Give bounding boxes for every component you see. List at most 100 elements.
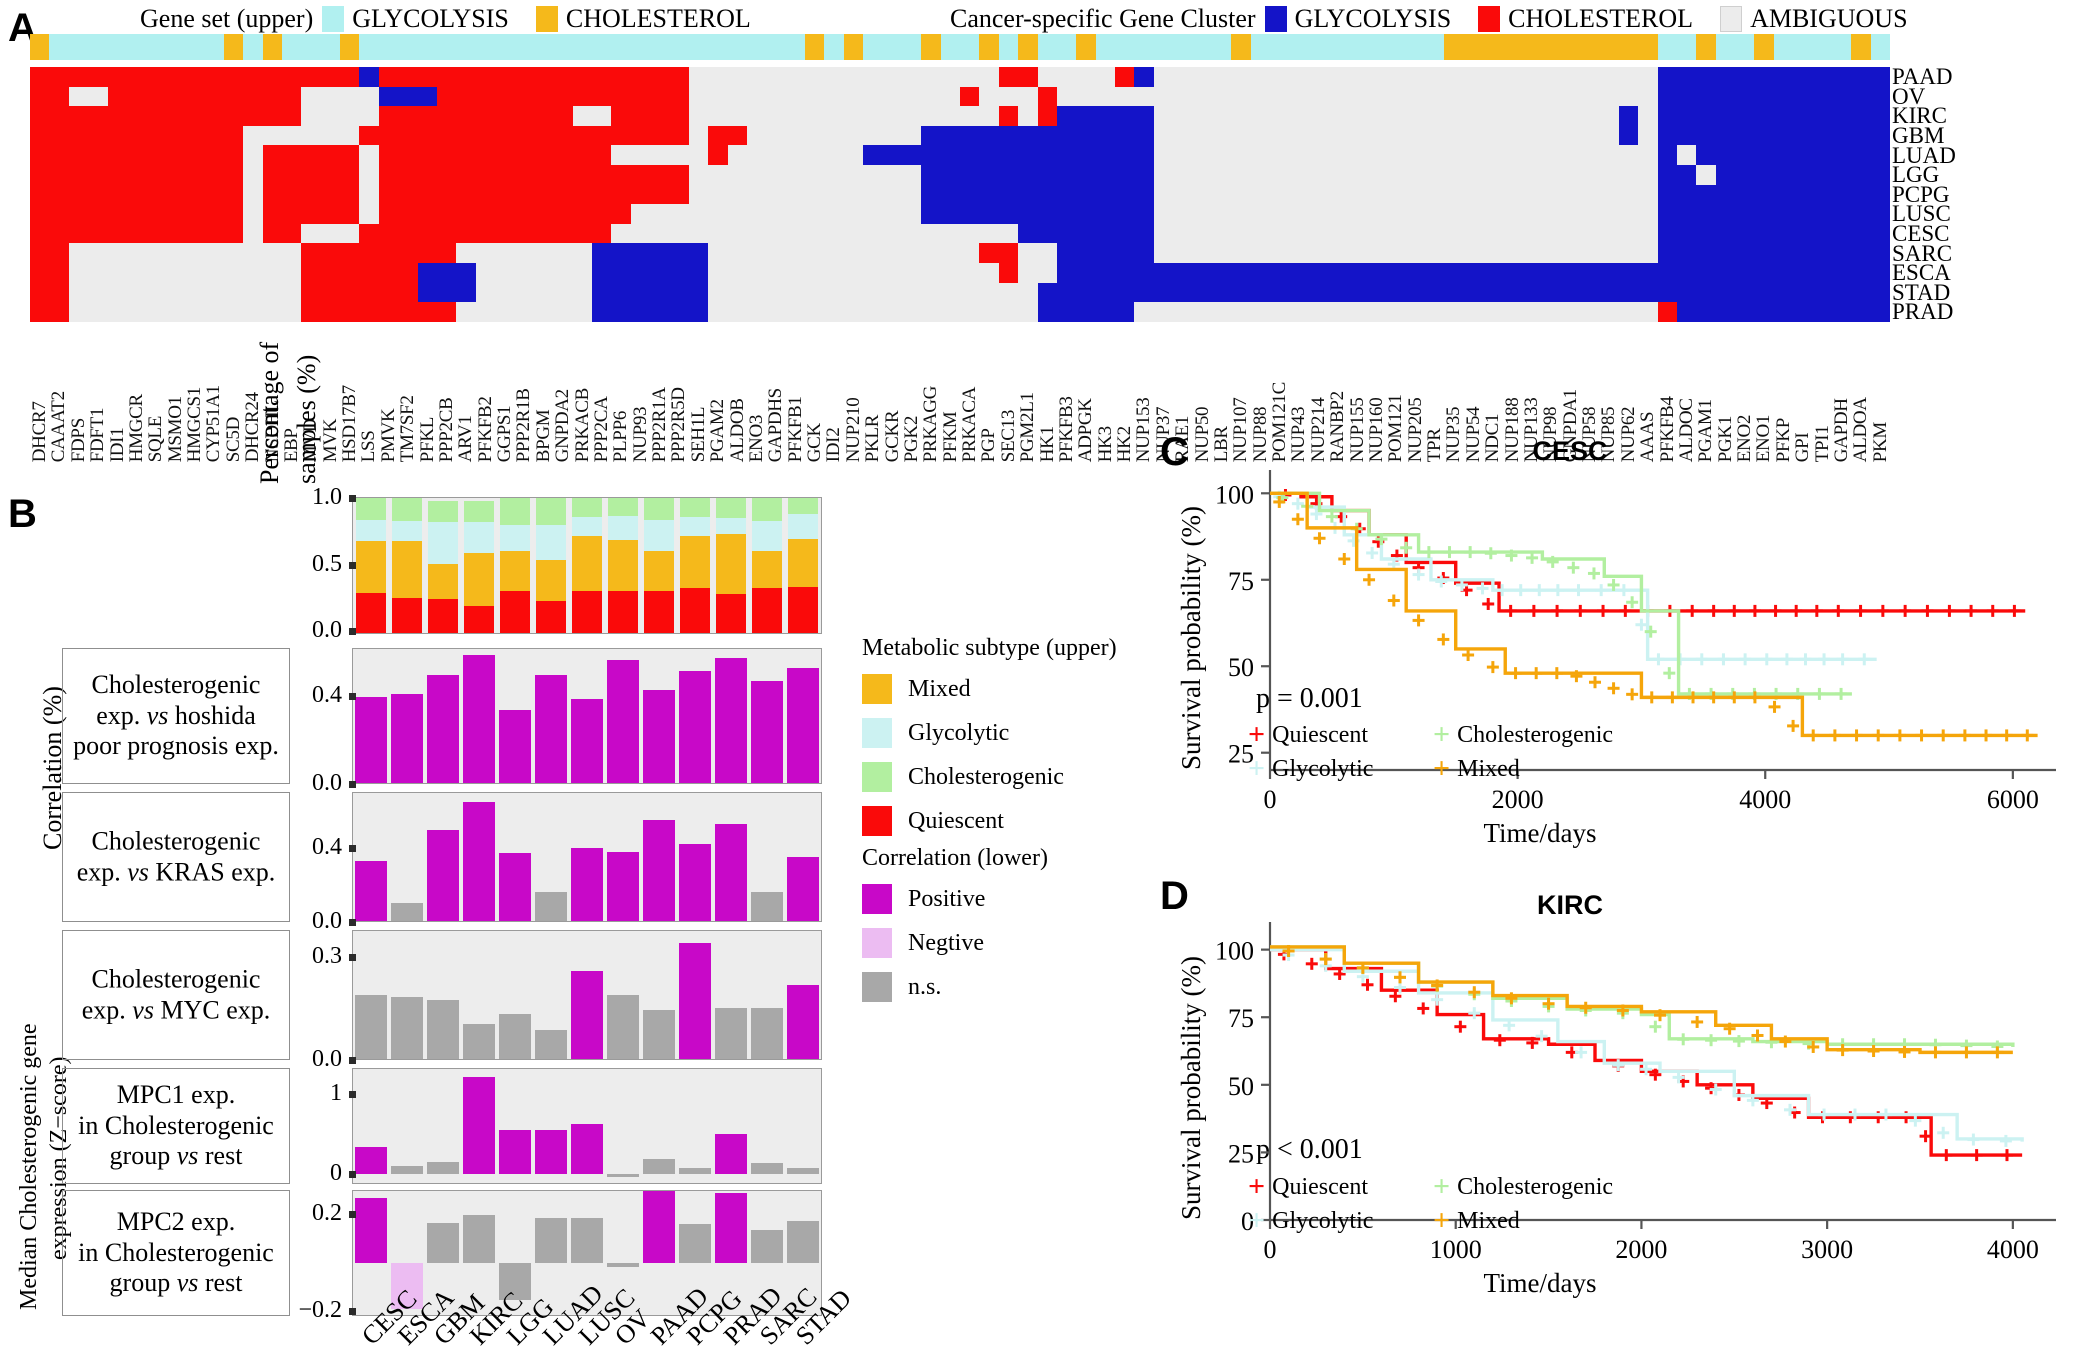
heatmap-cell [1444, 243, 1464, 263]
heatmap-cell [436, 282, 457, 303]
heatmap-cell [1793, 223, 1813, 244]
panel-b-bar-rect [679, 1224, 711, 1263]
heatmap-cell [1231, 67, 1251, 87]
heatmap-cell [1463, 106, 1484, 126]
heatmap-cell [1076, 164, 1096, 185]
heatmap-gene-label: ALDOB [726, 398, 748, 463]
heatmap-cell [340, 243, 360, 263]
heatmap-cell [533, 204, 554, 224]
heatmap-cell [1192, 223, 1212, 244]
gene-set-cell [882, 34, 902, 60]
heatmap-cell [1289, 223, 1309, 244]
heatmap-cell [1502, 223, 1522, 244]
stacked-bar-segment [428, 500, 458, 523]
heatmap-cell [436, 86, 457, 107]
heatmap-cell [1580, 145, 1600, 165]
heatmap-cell [1599, 67, 1619, 87]
heatmap-cell [49, 262, 69, 283]
heatmap-cell [1851, 106, 1871, 126]
km-legend-item: + Mixed [1433, 1206, 1618, 1236]
heatmap-cell [1735, 145, 1755, 165]
heatmap-cell [708, 145, 728, 165]
heatmap-gene-label: GAPDHS [765, 388, 787, 463]
legend-item: GLYCOLYSIS [1264, 4, 1451, 34]
heatmap-cell [165, 86, 185, 107]
heatmap-cell [921, 184, 941, 205]
stacked-bar-segment [356, 592, 386, 633]
heatmap-cell [1250, 262, 1270, 283]
heatmap-cell [1831, 86, 1852, 107]
heatmap-cell [1173, 282, 1193, 303]
stacked-bar-segment [572, 498, 602, 517]
heatmap-cell [746, 164, 767, 185]
heatmap-cell [281, 67, 302, 87]
heatmap-cell [1502, 106, 1522, 126]
heatmap-cell [805, 86, 825, 107]
heatmap-cell [185, 67, 205, 87]
heatmap-cell [1386, 184, 1406, 205]
heatmap-cell [1308, 145, 1329, 165]
heatmap-cell [708, 204, 728, 224]
panel-c: C CESC Survival probability (%) Time/day… [1120, 430, 2076, 860]
stacked-bar-segment [356, 519, 386, 542]
legend-item: Positive [862, 884, 1048, 914]
gene-set-cell [766, 34, 786, 60]
heatmap-cell [901, 106, 922, 126]
heatmap-cell [107, 302, 127, 322]
heatmap-cell [1483, 204, 1503, 224]
heatmap-cell [475, 282, 495, 303]
heatmap-cell [126, 302, 147, 322]
heatmap-cell [630, 67, 650, 87]
heatmap-cell [998, 262, 1019, 283]
heatmap-cell [359, 243, 379, 263]
heatmap-cell [1618, 204, 1639, 224]
heatmap-cell [320, 125, 340, 146]
stacked-bar-segment [752, 588, 782, 633]
heatmap-cell [650, 243, 670, 263]
panel-b-row-label: Cholesterogenic exp. vs KRAS exp. [76, 826, 276, 886]
heatmap-cell [1463, 262, 1484, 283]
heatmap-cell [1541, 282, 1561, 303]
heatmap-cell [630, 125, 650, 146]
heatmap-cell [1153, 262, 1174, 283]
panel-b-tick-mark [349, 1090, 356, 1098]
heatmap-cell [591, 106, 612, 126]
heatmap-cell [1793, 262, 1813, 283]
heatmap-cell [863, 67, 883, 87]
gene-set-cell [1696, 34, 1716, 60]
gene-set-cell [572, 34, 592, 60]
heatmap-gene-label: BPGM [532, 409, 554, 463]
heatmap-cell [960, 86, 980, 107]
heatmap-cell [882, 86, 902, 107]
heatmap-cell [378, 243, 399, 263]
panel-b-tick-mark [349, 844, 356, 852]
heatmap-cell [824, 67, 844, 87]
heatmap-cell [611, 223, 631, 244]
gene-set-cell [1831, 34, 1852, 60]
heatmap-gene-label: HMGCR [125, 394, 147, 463]
heatmap-cell [495, 302, 515, 322]
panel-b-bar [605, 1069, 641, 1183]
heatmap-cell [611, 164, 631, 185]
heatmap-cell [1793, 282, 1813, 303]
heatmap-cell [708, 184, 728, 205]
heatmap-cell [514, 184, 534, 205]
heatmap-cell [301, 145, 321, 165]
heatmap-cell [1095, 243, 1115, 263]
legend-metabolic-subtype-items: Mixed Glycolytic Cholesterogenic Quiescent [862, 674, 1117, 836]
heatmap-cell [688, 106, 709, 126]
heatmap-cell [785, 106, 805, 126]
heatmap-cell [650, 86, 670, 107]
stacked-tick-label: 1.0 [312, 484, 342, 510]
heatmap-cell [204, 164, 224, 185]
heatmap-cell [882, 243, 902, 263]
panel-b-tick-label: 0.4 [312, 682, 342, 709]
heatmap-cell [998, 164, 1019, 185]
heatmap-cell [863, 86, 883, 107]
heatmap-cell [1502, 125, 1522, 146]
heatmap-cell [1483, 262, 1503, 283]
heatmap-cell [1173, 86, 1193, 107]
heatmap-cell [107, 204, 127, 224]
km-x-tick-label: 2000 [1492, 785, 1544, 814]
heatmap-cell [843, 125, 864, 146]
